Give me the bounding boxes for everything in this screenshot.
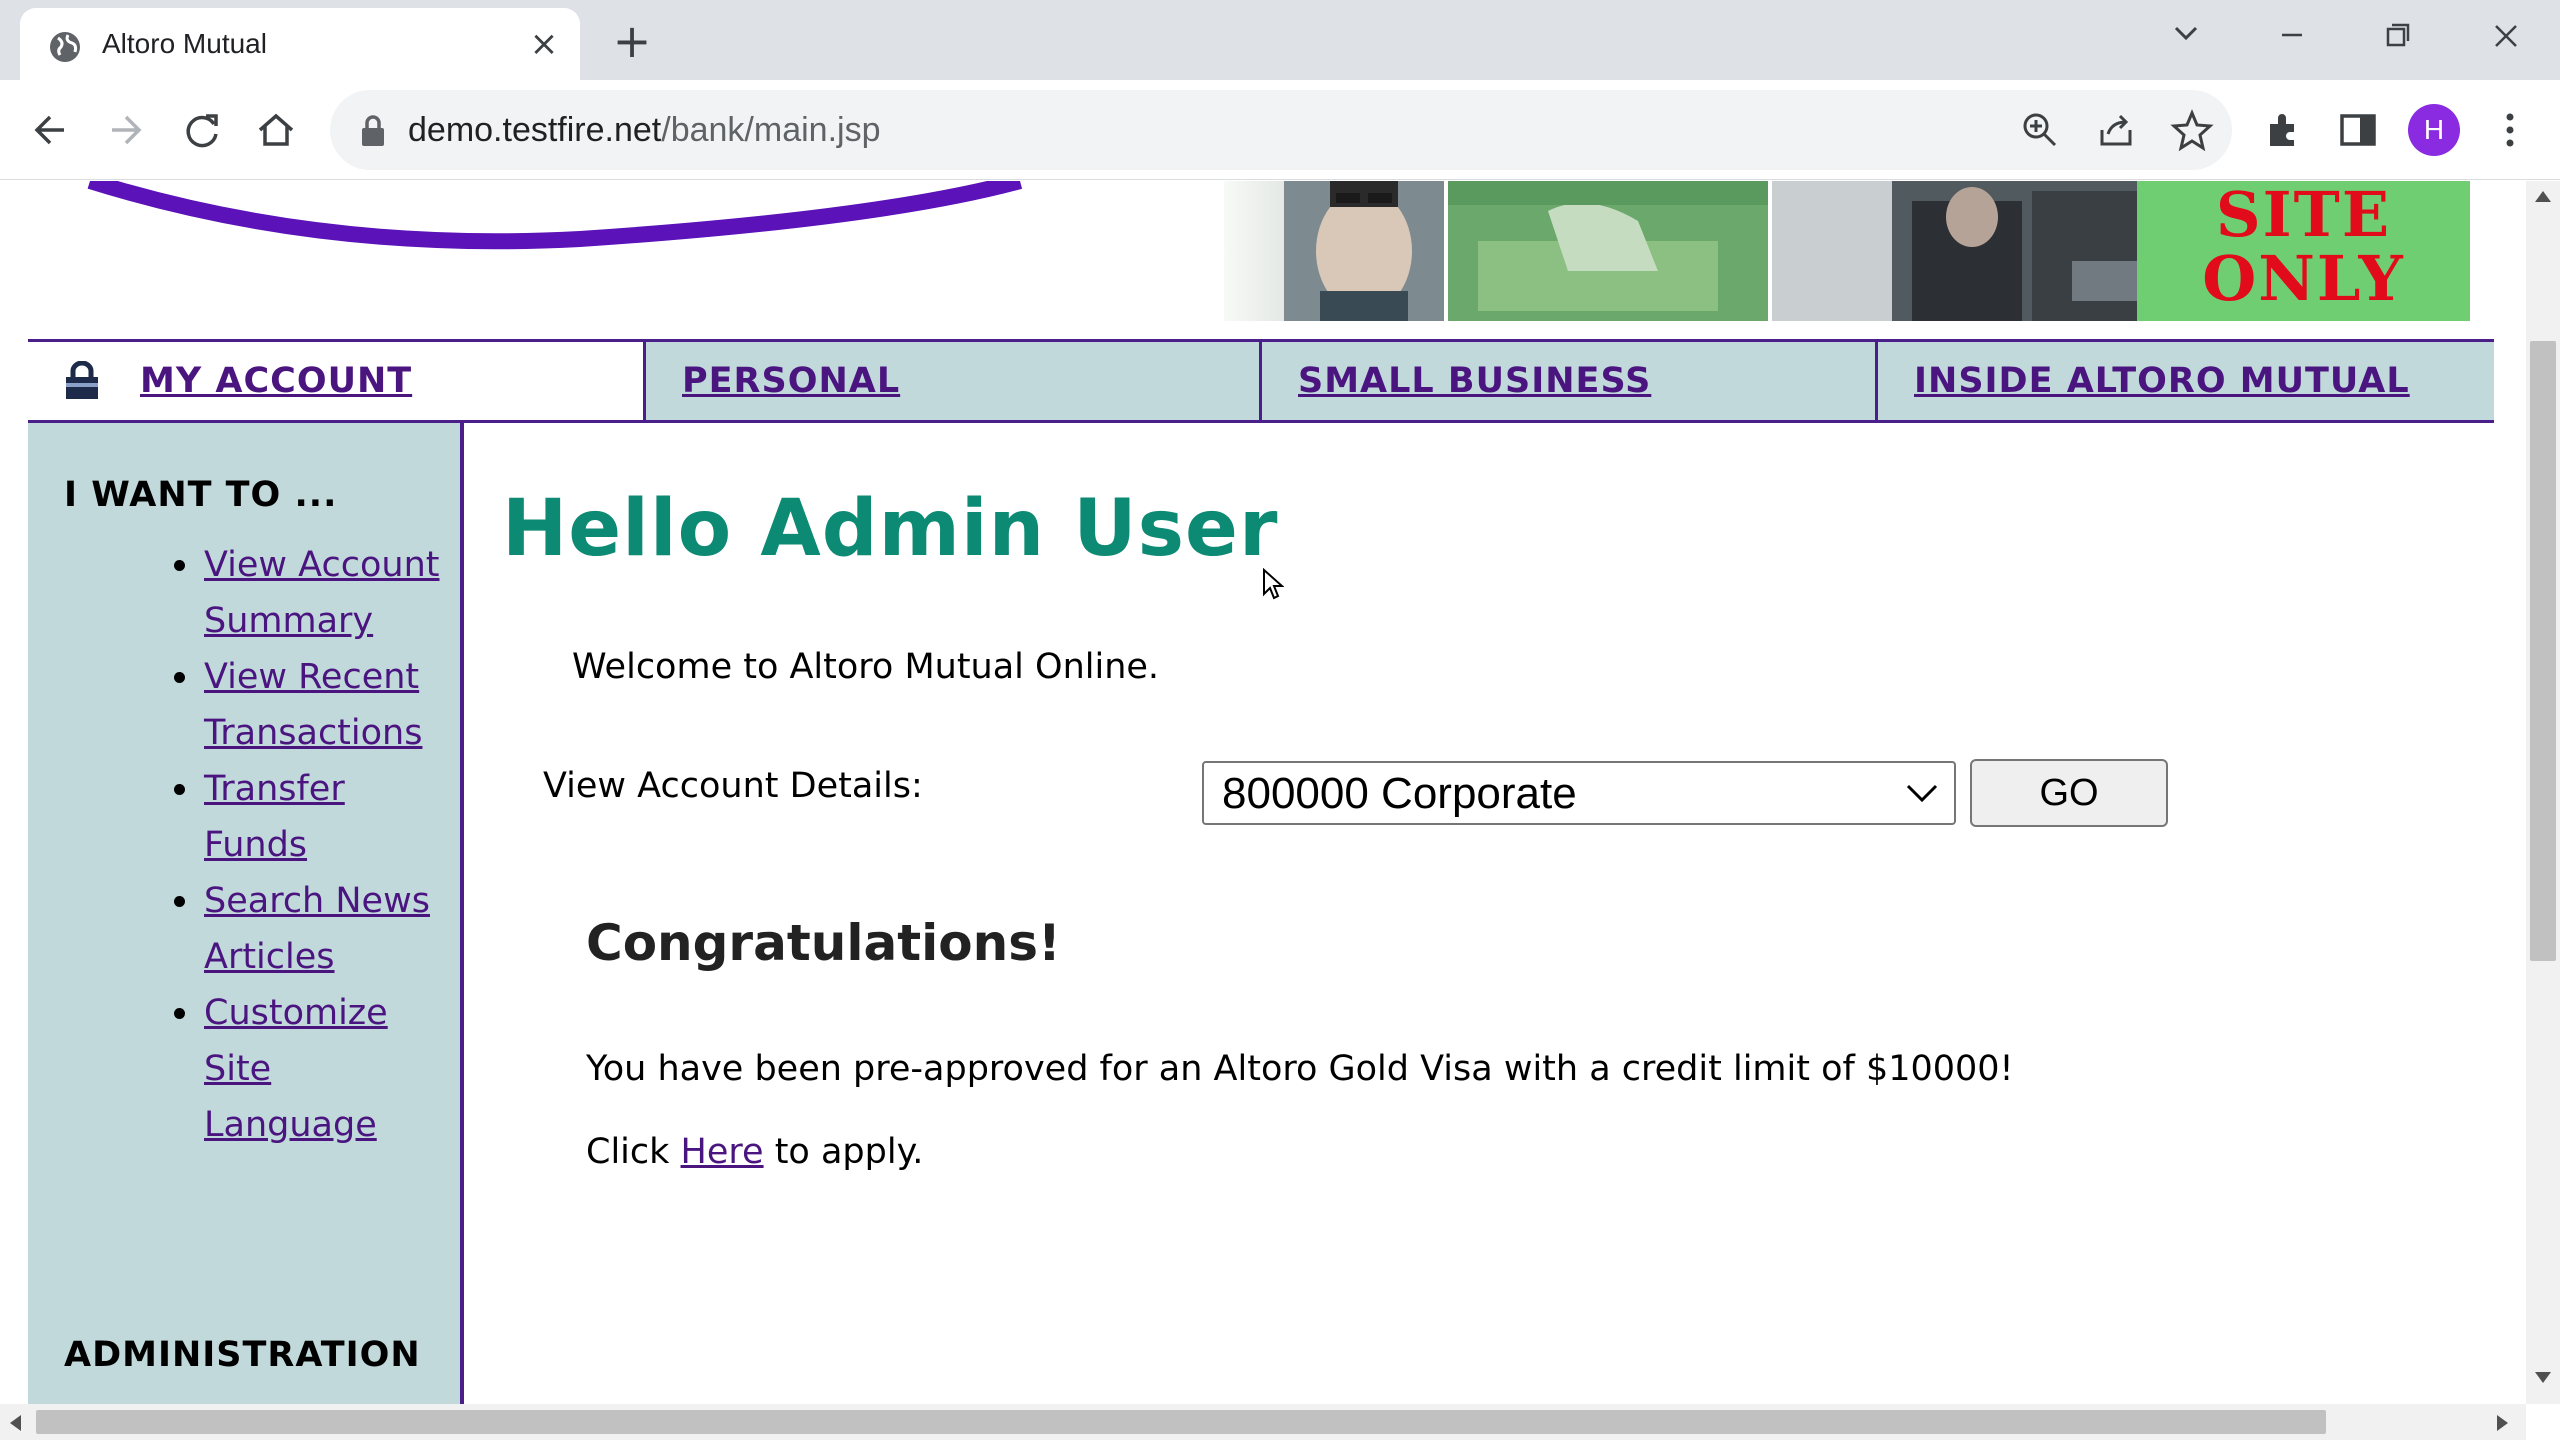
apply-line: Click Here to apply.: [586, 1132, 923, 1172]
account-details-label: View Account Details:: [543, 766, 923, 806]
account-select-value: 800000 Corporate: [1222, 769, 1577, 818]
horizontal-scrollbar[interactable]: [0, 1404, 2526, 1440]
sidebar-item-view-recent-transactions[interactable]: View Recent Transactions: [174, 649, 454, 761]
sidebar-item-label[interactable]: Transfer Funds: [204, 769, 345, 865]
browser-toolbar: demo.testfire.net/bank/main.jsp H: [0, 80, 2560, 180]
vertical-scroll-thumb[interactable]: [2530, 341, 2556, 961]
back-icon[interactable]: [24, 104, 76, 156]
site-only-badge: SITE ONLY: [2137, 181, 2470, 321]
sidebar-menu: View Account Summary View Recent Transac…: [174, 537, 454, 1153]
scroll-down-icon[interactable]: [2534, 1371, 2552, 1385]
browser-tab[interactable]: Altoro Mutual ×: [20, 8, 580, 80]
sidebar-item-transfer-funds[interactable]: Transfer Funds: [174, 761, 454, 873]
lock-icon[interactable]: [358, 114, 388, 148]
sidebar-item-label[interactable]: View Recent Transactions: [204, 657, 422, 753]
browser-tabstrip: Altoro Mutual × +: [0, 0, 2560, 80]
sidebar-item-customize-site-language[interactable]: Customize Site Language: [174, 985, 454, 1153]
share-icon[interactable]: [2094, 108, 2138, 152]
welcome-text: Welcome to Altoro Mutual Online.: [572, 647, 1160, 687]
url-text[interactable]: demo.testfire.net/bank/main.jsp: [408, 108, 880, 152]
tab-my-account[interactable]: MY ACCOUNT: [28, 342, 646, 420]
congratulations-heading: Congratulations!: [586, 914, 1061, 972]
new-tab-button[interactable]: +: [608, 18, 656, 66]
sidebar-item-label[interactable]: Search News Articles: [204, 881, 430, 977]
extensions-icon[interactable]: [2258, 104, 2310, 156]
apply-here-link[interactable]: Here: [681, 1132, 764, 1172]
profile-avatar[interactable]: H: [2408, 104, 2460, 156]
logo-swoosh: [87, 181, 1023, 250]
tab-search-icon[interactable]: [2158, 12, 2214, 60]
account-select[interactable]: 800000 Corporate: [1202, 761, 1956, 825]
offer-text: You have been pre-approved for an Altoro…: [586, 1049, 2014, 1089]
padlock-icon: [66, 361, 98, 399]
more-menu-icon[interactable]: [2484, 104, 2536, 156]
tab-personal[interactable]: PERSONAL: [646, 342, 1262, 420]
apply-prefix: Click: [586, 1132, 670, 1172]
banner-photo-woman: [1284, 181, 1444, 321]
globe-icon: [50, 32, 80, 62]
inside-altoro-link[interactable]: INSIDE ALTORO MUTUAL: [1914, 361, 2410, 401]
tab-title: Altoro Mutual: [102, 28, 267, 59]
minimize-icon[interactable]: [2264, 12, 2320, 60]
banner-photo-office: [1772, 181, 2192, 321]
header-banner: SITE ONLY: [60, 181, 2470, 321]
page-viewport: SITE ONLY MY ACCOUNT PERSONAL SMALL BUSI…: [0, 181, 2526, 1404]
sidebar-heading: I WANT TO ...: [64, 475, 338, 515]
reload-icon[interactable]: [176, 104, 228, 156]
side-panel-icon[interactable]: [2332, 104, 2384, 156]
sidebar: I WANT TO ... View Account Summary View …: [28, 423, 464, 1404]
scroll-left-icon[interactable]: [8, 1414, 22, 1432]
page-title: Hello Admin User: [502, 484, 1279, 574]
bookmark-star-icon[interactable]: [2170, 108, 2214, 152]
top-navigation: MY ACCOUNT PERSONAL SMALL BUSINESS INSID…: [28, 339, 2494, 423]
home-icon[interactable]: [250, 104, 302, 156]
address-bar[interactable]: demo.testfire.net/bank/main.jsp: [330, 90, 2232, 170]
site-only-line1: SITE: [2215, 181, 2392, 251]
small-business-link[interactable]: SMALL BUSINESS: [1298, 361, 1651, 401]
vertical-scrollbar[interactable]: [2526, 181, 2560, 1404]
close-tab-icon[interactable]: ×: [526, 26, 562, 62]
sidebar-item-label[interactable]: View Account Summary: [204, 545, 440, 641]
apply-suffix: to apply.: [774, 1132, 924, 1172]
mouse-cursor-icon: [1263, 568, 1284, 600]
personal-link[interactable]: PERSONAL: [682, 361, 900, 401]
banner-photo-hands: [1448, 181, 1768, 321]
sidebar-item-search-news-articles[interactable]: Search News Articles: [174, 873, 454, 985]
restore-icon[interactable]: [2370, 12, 2426, 60]
go-button[interactable]: GO: [1970, 759, 2168, 827]
forward-icon[interactable]: [100, 104, 152, 156]
scroll-up-icon[interactable]: [2534, 189, 2552, 203]
zoom-icon[interactable]: [2018, 108, 2062, 152]
site-only-line2: ONLY: [2202, 242, 2405, 315]
administration-heading: ADMINISTRATION: [64, 1335, 421, 1375]
sidebar-item-label[interactable]: Customize Site Language: [204, 993, 388, 1145]
horizontal-scroll-thumb[interactable]: [36, 1410, 2326, 1434]
my-account-link[interactable]: MY ACCOUNT: [140, 361, 412, 401]
tab-inside-altoro[interactable]: INSIDE ALTORO MUTUAL: [1878, 342, 2494, 420]
scroll-right-icon[interactable]: [2496, 1414, 2510, 1432]
close-window-icon[interactable]: [2478, 12, 2534, 60]
sidebar-item-view-account-summary[interactable]: View Account Summary: [174, 537, 454, 649]
tab-small-business[interactable]: SMALL BUSINESS: [1262, 342, 1878, 420]
chevron-down-icon: [1906, 784, 1938, 803]
